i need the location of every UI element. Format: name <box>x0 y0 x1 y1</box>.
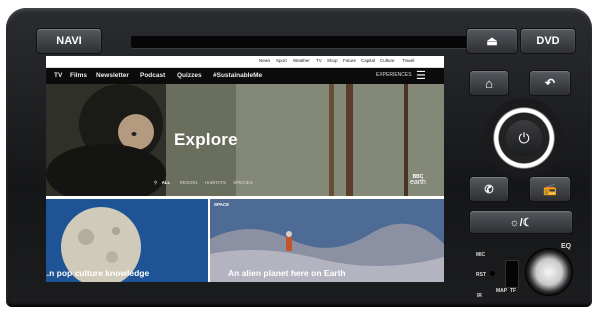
article-card-moon[interactable]: ...n pop culture knowledge <box>46 199 208 282</box>
tf-label: TF <box>510 288 517 294</box>
top-link-future[interactable]: Future <box>343 58 356 63</box>
menu-icon[interactable]: ☰ <box>416 69 426 82</box>
home-icon: ⌂ <box>485 75 493 91</box>
ir-label: IR <box>477 293 482 299</box>
phone-button[interactable]: ✆ <box>469 176 509 202</box>
brand-bottom: earth <box>410 179 426 186</box>
nav-item-newsletter[interactable]: Newsletter <box>96 72 129 79</box>
volume-knob[interactable] <box>525 248 573 296</box>
eq-label: EQ <box>561 243 572 250</box>
head-unit-bezel: NAVI ⏏ DVD News Sport Weather TV Shop Fu… <box>6 8 592 307</box>
eject-icon: ⏏ <box>486 34 498 48</box>
filter-all[interactable]: ALL <box>162 180 171 185</box>
map-label: MAP <box>496 288 508 294</box>
rst-label: RST <box>476 272 486 278</box>
nav-item-tv[interactable]: TV <box>54 72 62 79</box>
nav-item-podcast[interactable]: Podcast <box>140 72 165 79</box>
hero-filters: ⚲ ALL REGION HABITATS SPECIES <box>154 180 253 186</box>
brightness-icon: ☼/☾ <box>509 216 533 229</box>
top-link-sport[interactable]: Sport <box>276 58 287 63</box>
filter-habitats[interactable]: HABITATS <box>205 180 226 185</box>
top-link-weather[interactable]: Weather <box>293 58 310 63</box>
mic-label: MIC <box>476 252 486 258</box>
dvd-label: DVD <box>536 35 560 47</box>
nav-item-sustainableme[interactable]: #SustainableMe <box>213 72 262 79</box>
bbc-earth-logo: BBC earth <box>410 174 426 186</box>
display-screen: News Sport Weather TV Shop Future Capita… <box>46 56 444 282</box>
filter-region[interactable]: REGION <box>180 180 198 185</box>
bbc-top-links: News Sport Weather TV Shop Future Capita… <box>46 56 444 68</box>
filter-species[interactable]: SPECIES <box>233 180 253 185</box>
nav-item-films[interactable]: Films <box>70 72 87 79</box>
hero-banner[interactable]: Explore ⚲ ALL REGION HABITATS SPECIES BB… <box>46 84 444 196</box>
experiences-link[interactable]: EXPERIENCES <box>376 72 412 78</box>
back-button[interactable]: ↶ <box>529 70 571 96</box>
card-title-moon: ...n pop culture knowledge <box>46 268 150 278</box>
eject-button[interactable]: ⏏ <box>466 28 518 54</box>
phone-icon: ✆ <box>484 183 494 196</box>
top-link-culture[interactable]: Culture <box>380 58 395 63</box>
card-title-alien-planet: An alien planet here on Earth <box>228 268 346 278</box>
day-night-button[interactable]: ☼/☾ <box>469 210 573 234</box>
main-nav: TV Films Newsletter Podcast Quizzes #Sus… <box>46 68 444 84</box>
card-tag-space: SPACE <box>214 202 230 207</box>
power-button[interactable]: ⏻ <box>506 120 542 156</box>
top-link-shop[interactable]: Shop <box>327 58 338 63</box>
radio-button[interactable]: 📻 <box>529 176 571 202</box>
tf-card-slot[interactable] <box>505 260 519 288</box>
top-link-travel[interactable]: Travel <box>402 58 414 63</box>
top-link-tv[interactable]: TV <box>316 58 322 63</box>
back-icon: ↶ <box>544 76 556 90</box>
dvd-button[interactable]: DVD <box>520 28 576 54</box>
power-icon: ⏻ <box>518 129 530 146</box>
top-link-capital[interactable]: Capital <box>361 58 375 63</box>
top-link-news[interactable]: News <box>259 58 270 63</box>
article-card-alien-planet[interactable]: SPACE An alien planet here on Earth <box>210 199 444 282</box>
radio-icon: 📻 <box>543 183 557 196</box>
navi-button[interactable]: NAVI <box>36 28 102 54</box>
navi-label: NAVI <box>56 35 82 47</box>
home-button[interactable]: ⌂ <box>469 70 509 96</box>
nav-item-quizzes[interactable]: Quizzes <box>177 72 202 79</box>
search-icon[interactable]: ⚲ <box>154 180 157 185</box>
hero-title: Explore <box>174 130 238 149</box>
reset-hole[interactable] <box>490 271 495 276</box>
disc-slot <box>131 36 467 48</box>
